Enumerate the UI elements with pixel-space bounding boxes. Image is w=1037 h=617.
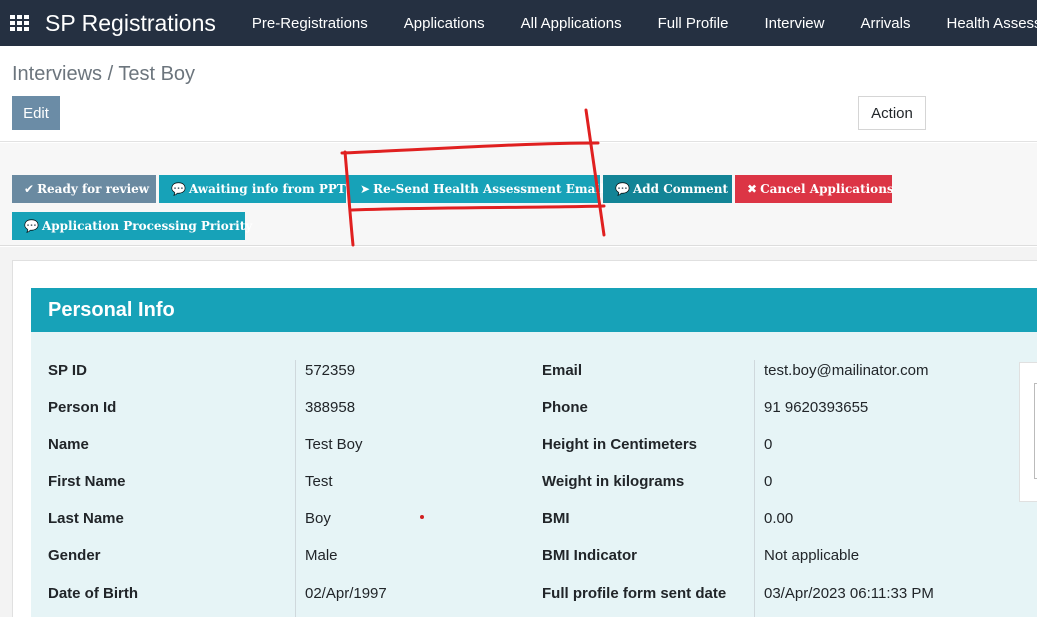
column-divider: [295, 360, 296, 617]
field-value-profile-sent-date: 03/Apr/2023 06:11:33 PM: [764, 585, 934, 602]
button-label: Application Processing Priority: [41, 219, 253, 233]
field-label-phone: Phone: [542, 399, 588, 416]
field-label-profile-sent-date: Full profile form sent date: [542, 585, 727, 602]
nav-applications[interactable]: Applications: [404, 15, 485, 32]
field-label-bmi-indicator: BMI Indicator: [542, 547, 638, 564]
field-value-sp-id: 572359: [305, 362, 356, 379]
comment-icon: 💬: [615, 182, 630, 196]
button-label: Add Comment: [632, 182, 729, 196]
field-value-bmi: 0.00: [764, 510, 794, 527]
nav-pre-registrations[interactable]: Pre-Registrations: [252, 15, 368, 32]
field-label-date-of-birth: Date of Birth: [48, 585, 138, 602]
cancel-applications-button[interactable]: ✖ Cancel Applications: [735, 175, 894, 203]
button-label: Ready for review: [37, 182, 150, 196]
add-comment-button[interactable]: 💬 Add Comment: [603, 175, 732, 203]
annotation-dot: [420, 515, 424, 519]
nav-full-profile[interactable]: Full Profile: [658, 15, 729, 32]
field-value-bmi-indicator: Not applicable: [764, 547, 860, 564]
field-value-email: test.boy@mailinator.com: [764, 362, 929, 379]
personal-info-header: Personal Info: [31, 288, 1037, 332]
field-label-bmi: BMI: [542, 510, 570, 527]
nav-interview[interactable]: Interview: [764, 15, 824, 32]
field-value-phone: 91 9620393655: [764, 399, 869, 416]
action-button[interactable]: Action: [858, 96, 926, 130]
field-label-name: Name: [48, 436, 89, 453]
button-label: Awaiting info from PPT: [188, 182, 346, 196]
field-value-person-id: 388958: [305, 399, 356, 416]
processing-priority-button[interactable]: 💬 Application Processing Priority: [12, 212, 252, 240]
check-icon: ✔: [24, 182, 35, 196]
nav-health-assessment[interactable]: Health Assessm: [946, 15, 1037, 32]
field-label-weight: Weight in kilograms: [542, 473, 685, 490]
nav-all-applications[interactable]: All Applications: [521, 15, 622, 32]
resend-health-email-button[interactable]: ➤ Re-Send Health Assessment Email: [348, 175, 604, 203]
button-label: Re-Send Health Assessment Email: [373, 182, 605, 196]
button-label: Cancel Applications: [760, 182, 894, 196]
edit-button[interactable]: Edit: [12, 96, 60, 130]
ready-for-review-button[interactable]: ✔ Ready for review: [12, 175, 156, 203]
field-value-height: 0: [764, 436, 773, 453]
field-value-first-name: Test: [305, 473, 333, 490]
field-value-last-name: Boy: [305, 510, 331, 527]
x-icon: ✖: [747, 182, 758, 196]
column-divider: [754, 360, 755, 617]
field-value-date-of-birth: 02/Apr/1997: [305, 585, 387, 602]
avatar-widget[interactable]: [1019, 362, 1037, 502]
breadcrumb[interactable]: Interviews / Test Boy: [12, 63, 195, 86]
comment-icon: 💬: [171, 182, 186, 196]
field-label-email: Email: [542, 362, 583, 379]
paper-plane-icon: ➤: [360, 182, 371, 196]
field-label-sp-id: SP ID: [48, 362, 87, 379]
field-value-name: Test Boy: [305, 436, 363, 453]
nav-arrivals[interactable]: Arrivals: [860, 15, 910, 32]
field-label-person-id: Person Id: [48, 399, 117, 416]
field-label-height: Height in Centimeters: [542, 436, 698, 453]
field-value-weight: 0: [764, 473, 773, 490]
top-navbar: SP Registrations Pre-Registrations Appli…: [0, 0, 1037, 46]
field-label-last-name: Last Name: [48, 510, 124, 527]
awaiting-info-button[interactable]: 💬 Awaiting info from PPT: [159, 175, 346, 203]
control-panel: Interviews / Test Boy Edit Action: [0, 46, 1037, 142]
apps-grid-icon[interactable]: [10, 15, 29, 31]
app-brand[interactable]: SP Registrations: [45, 10, 216, 37]
comment-icon: 💬: [24, 219, 39, 233]
field-value-gender: Male: [305, 547, 338, 564]
field-label-gender: Gender: [48, 547, 101, 564]
field-label-first-name: First Name: [48, 473, 126, 490]
